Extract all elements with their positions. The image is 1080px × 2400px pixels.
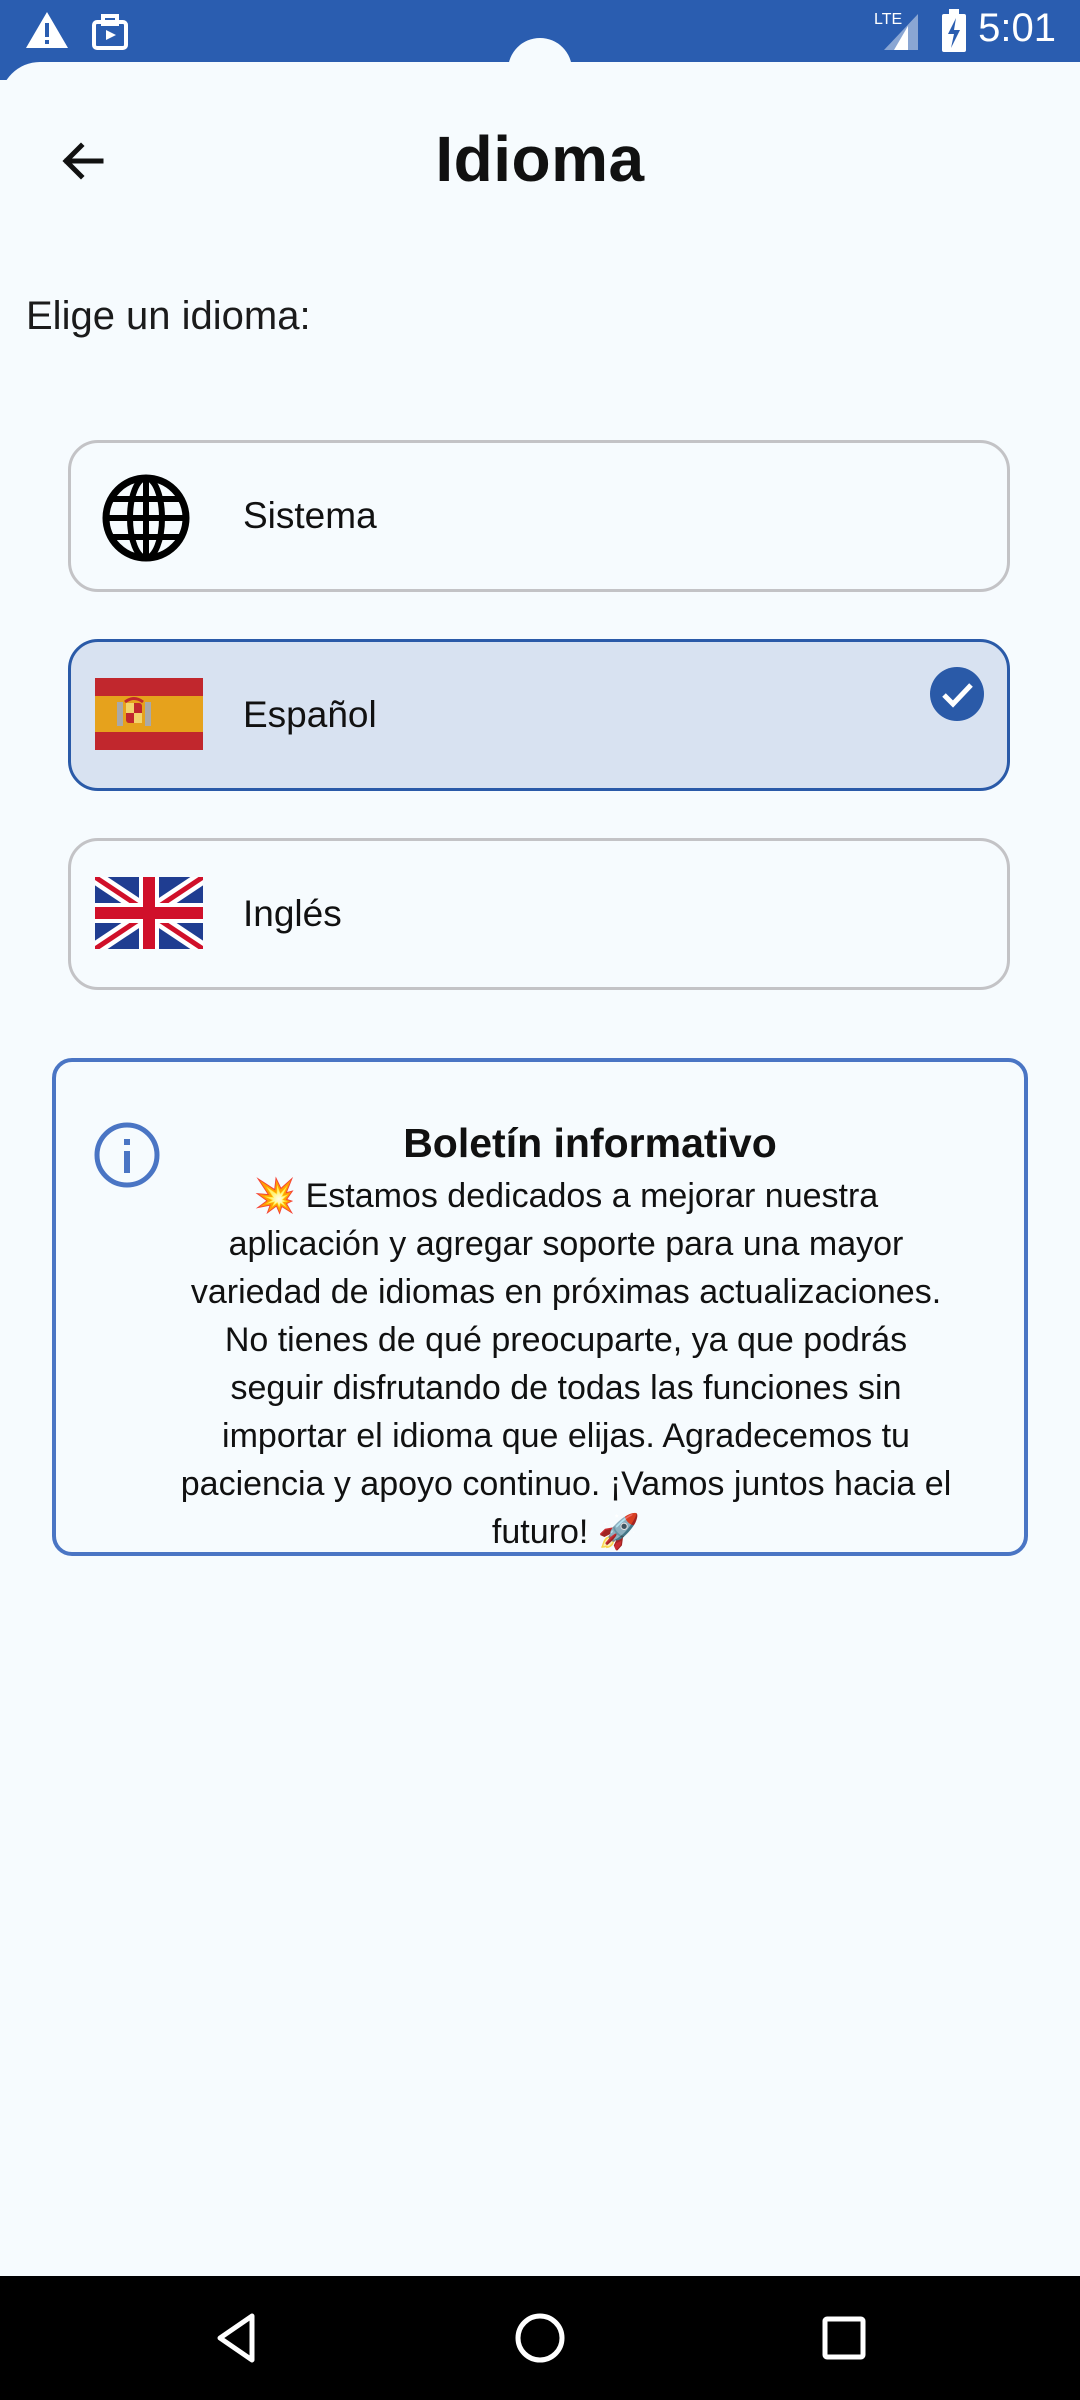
system-nav-bar: [0, 2276, 1080, 2400]
page-title: Idioma: [435, 123, 645, 195]
battery-charging-icon: [942, 9, 966, 52]
option-label: Sistema: [243, 495, 377, 536]
option-label: Español: [243, 694, 377, 735]
uk-flag-icon: [95, 877, 203, 949]
svg-text:LTE: LTE: [874, 11, 902, 28]
choose-language-label: Elige un idioma:: [26, 294, 311, 338]
language-option-spanish[interactable]: Español: [68, 639, 1010, 791]
warning-icon: [26, 12, 68, 48]
recents-square-icon[interactable]: [812, 2306, 876, 2370]
home-circle-icon[interactable]: [508, 2306, 572, 2370]
spain-flag-icon: [95, 678, 203, 750]
globe-icon: [102, 474, 190, 562]
newsletter-text: 💥 Estamos dedicados a mejorar nuestra ap…: [180, 1177, 952, 1551]
language-option-english[interactable]: Inglés: [68, 838, 1010, 990]
briefcase-icon: [92, 14, 128, 50]
camera-cutout: [508, 38, 572, 102]
lte-signal-icon: LTE: [874, 11, 918, 50]
option-label: Inglés: [243, 893, 342, 934]
back-triangle-icon[interactable]: [206, 2306, 270, 2370]
newsletter-title: Boletín informativo: [403, 1120, 777, 1166]
check-circle-icon: [930, 667, 984, 721]
language-option-system[interactable]: Sistema: [68, 440, 1010, 592]
status-time: 5:01: [978, 6, 1056, 50]
newsletter-card: Boletín informativo 💥 Estamos dedicados …: [52, 1058, 1028, 1556]
